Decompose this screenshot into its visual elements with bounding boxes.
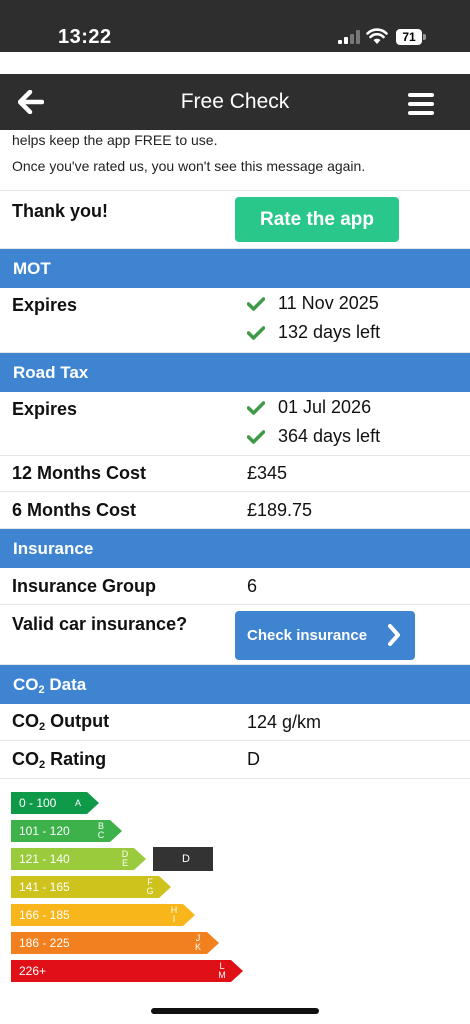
mot-days-left: 132 days left xyxy=(278,322,381,342)
page-title: Free Check xyxy=(180,90,290,113)
co2-band-range: 121 - 140 xyxy=(19,852,70,866)
nav-bar: Free Check xyxy=(0,74,470,130)
hamburger-menu-icon[interactable] xyxy=(408,93,434,115)
co2-band-range: 0 - 100 xyxy=(19,796,57,810)
road-tax-expires-label: Expires xyxy=(12,399,78,419)
co2-band-letters: D E xyxy=(121,849,129,868)
co2-header: CO2 Data xyxy=(0,665,470,704)
road-tax-6m-row: 6 Months Cost £189.75 xyxy=(0,492,470,529)
insurance-group-label: Insurance Group xyxy=(12,575,157,596)
valid-insurance-label: Valid car insurance? xyxy=(12,614,188,634)
road-tax-header: Road Tax xyxy=(0,353,470,392)
co2-rating-marker-label: D xyxy=(182,853,190,865)
co2-band-6: 186 - 225 J K xyxy=(11,932,221,954)
co2-output-row: CO2 Output 124 g/km xyxy=(0,704,470,741)
co2-rating-value: D xyxy=(247,749,260,769)
rate-app-button[interactable]: Rate the app xyxy=(235,197,399,242)
co2-rating-marker: D xyxy=(153,847,213,871)
home-indicator[interactable] xyxy=(151,1008,319,1014)
cellular-signal-icon xyxy=(338,30,360,44)
co2-band-letters: L M xyxy=(218,961,226,980)
co2-band-7: 226+ L M xyxy=(11,960,245,982)
road-tax-expires-row: Expires 01 Jul 2026 364 days left xyxy=(0,392,470,456)
co2-band-letters: F G xyxy=(146,877,154,896)
notice-line-2: Once you've rated us, you won't see this… xyxy=(12,158,366,174)
check-icon xyxy=(247,429,265,444)
rate-label: Thank you! xyxy=(12,201,109,221)
cost-6-months-value: £189.75 xyxy=(247,499,313,520)
cost-12-months-label: 12 Months Cost xyxy=(12,463,147,483)
insurance-header: Insurance xyxy=(0,529,470,568)
co2-band-range: 186 - 225 xyxy=(19,936,70,950)
battery-icon: 71 xyxy=(396,29,422,45)
notice-line-1: helps keep the app FREE to use. xyxy=(12,132,218,148)
cost-12-months-value: £345 xyxy=(247,463,288,483)
check-insurance-label: Check insurance xyxy=(247,627,368,644)
co2-band-2: 101 - 120 B C xyxy=(11,820,124,842)
status-time: 13:22 xyxy=(58,26,112,48)
co2-band-letters: B C xyxy=(97,821,105,840)
co2-band-3: 121 - 140 D E xyxy=(11,848,148,870)
check-insurance-button[interactable]: Check insurance xyxy=(235,611,415,660)
co2-band-range: 166 - 185 xyxy=(19,908,70,922)
mot-expires-value: 11 Nov 2025 132 days left xyxy=(247,288,470,347)
co2-band-letters: H I xyxy=(170,905,178,924)
co2-output-label: CO2 Output xyxy=(12,711,110,733)
status-bar: 13:22 71 xyxy=(0,0,470,52)
co2-band-1: 0 - 100 A xyxy=(11,792,101,814)
mot-expires-label: Expires xyxy=(12,295,78,315)
insurance-group-value: 6 xyxy=(247,575,258,596)
check-icon xyxy=(247,400,265,415)
rating-notice: helps keep the app FREE to use. Once you… xyxy=(0,130,470,191)
wifi-icon xyxy=(366,28,388,44)
road-tax-12m-row: 12 Months Cost £345 xyxy=(0,456,470,492)
co2-band-4: 141 - 165 F G xyxy=(11,876,173,898)
road-tax-expiry-date: 01 Jul 2026 xyxy=(278,397,372,417)
co2-band-range: 101 - 120 xyxy=(19,824,70,838)
road-tax-expires-value: 01 Jul 2026 364 days left xyxy=(247,392,470,451)
mot-header: MOT xyxy=(0,249,470,288)
check-icon xyxy=(247,296,265,311)
co2-output-value: 124 g/km xyxy=(247,711,322,732)
co2-rating-label: CO2 Rating xyxy=(12,748,107,771)
mot-expiry-date: 11 Nov 2025 xyxy=(278,293,379,313)
co2-band-letters: J K xyxy=(194,933,201,952)
status-gap xyxy=(0,52,470,74)
co2-rating-row: CO2 Rating D xyxy=(0,741,470,779)
co2-band-letters: A xyxy=(74,798,81,808)
co2-band-range: 226+ xyxy=(19,964,47,978)
battery-nub xyxy=(423,34,426,40)
mot-expires-row: Expires 11 Nov 2025 132 days left xyxy=(0,288,470,353)
co2-band-range: 141 - 165 xyxy=(19,880,70,894)
check-icon xyxy=(247,325,265,340)
co2-band-5: 166 - 185 H I xyxy=(11,904,197,926)
rate-row: Thank you! Rate the app xyxy=(0,191,470,249)
insurance-group-row: Insurance Group 6 xyxy=(0,568,470,605)
insurance-check-row: Valid car insurance? Check insurance xyxy=(0,605,470,665)
chevron-right-icon xyxy=(388,624,400,646)
road-tax-days-left: 364 days left xyxy=(278,426,381,446)
cost-6-months-label: 6 Months Cost xyxy=(12,499,136,520)
